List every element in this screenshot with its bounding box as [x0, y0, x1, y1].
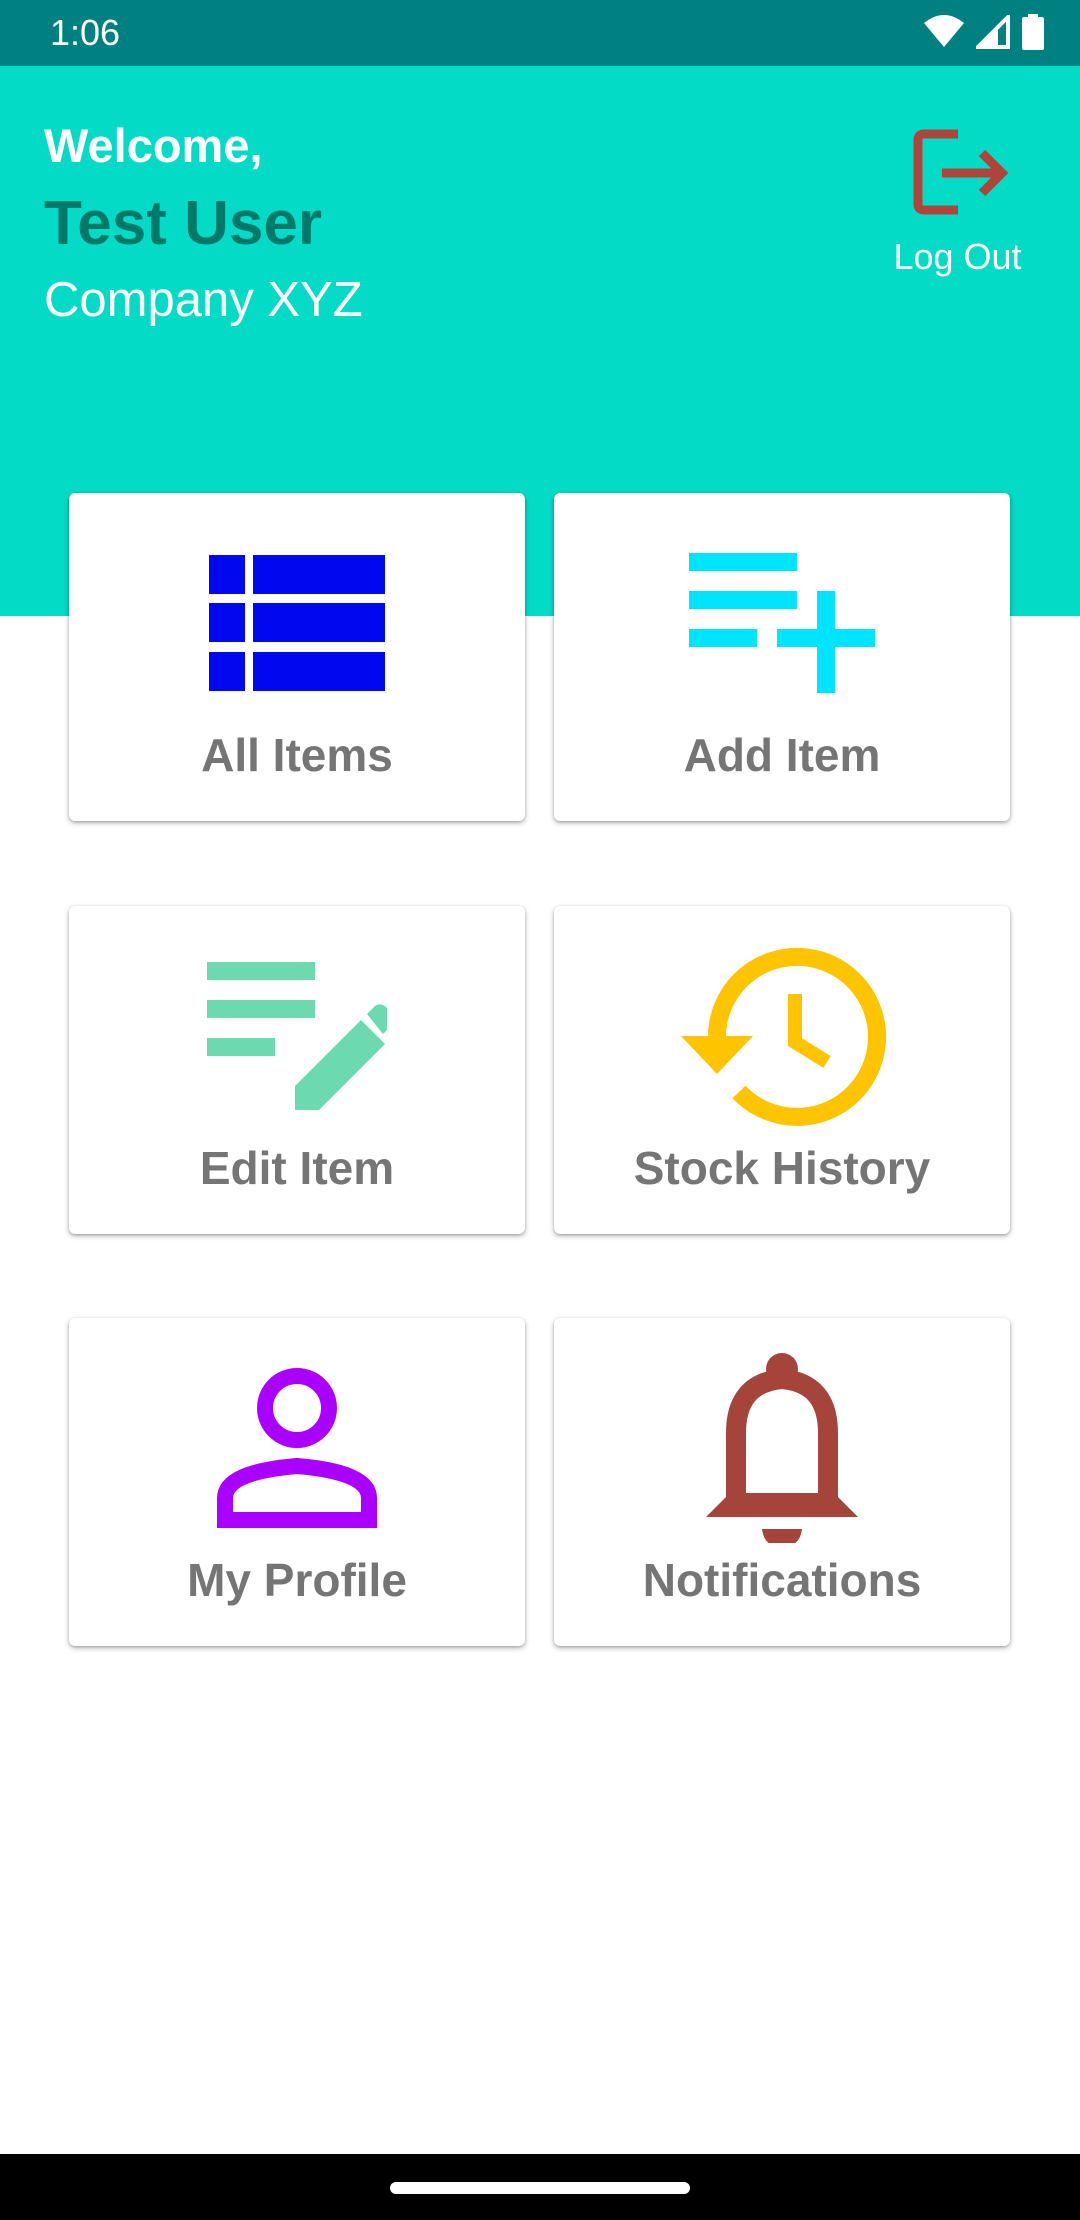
card-label: Add Item — [683, 729, 881, 781]
bell-icon — [706, 1353, 858, 1543]
battery-icon — [1022, 14, 1044, 50]
add-item-card[interactable]: Add Item — [554, 493, 1010, 821]
edit-note-icon — [207, 962, 387, 1110]
card-label: Edit Item — [199, 1142, 395, 1194]
logout-icon — [913, 129, 1009, 215]
status-time: 1:06 — [50, 12, 121, 53]
welcome-text: Welcome, — [44, 119, 263, 172]
status-icons — [924, 14, 1044, 50]
user-name: Test User — [44, 189, 322, 258]
stock-history-card[interactable]: Stock History — [554, 906, 1010, 1234]
playlist-add-icon — [689, 553, 875, 693]
list-icon — [209, 555, 385, 691]
my-profile-card[interactable]: My Profile — [69, 1318, 525, 1646]
card-label: Stock History — [633, 1142, 931, 1194]
card-label: Notifications — [642, 1554, 922, 1606]
notifications-card[interactable]: Notifications — [554, 1318, 1010, 1646]
company-name: Company XYZ — [44, 273, 363, 327]
logout-button[interactable]: Log Out — [880, 128, 1040, 288]
home-gesture-handle[interactable] — [390, 2182, 690, 2194]
card-label: All Items — [201, 729, 393, 781]
edit-item-card[interactable]: Edit Item — [69, 906, 525, 1234]
status-bar: 1:06 — [0, 0, 1080, 66]
logout-label: Log Out — [893, 236, 1022, 277]
navigation-bar — [0, 2154, 1080, 2220]
card-label: My Profile — [187, 1554, 407, 1606]
signal-icon — [976, 15, 1010, 49]
wifi-icon — [924, 15, 964, 47]
person-icon — [217, 1368, 377, 1528]
history-icon — [681, 947, 886, 1126]
all-items-card[interactable]: All Items — [69, 493, 525, 821]
